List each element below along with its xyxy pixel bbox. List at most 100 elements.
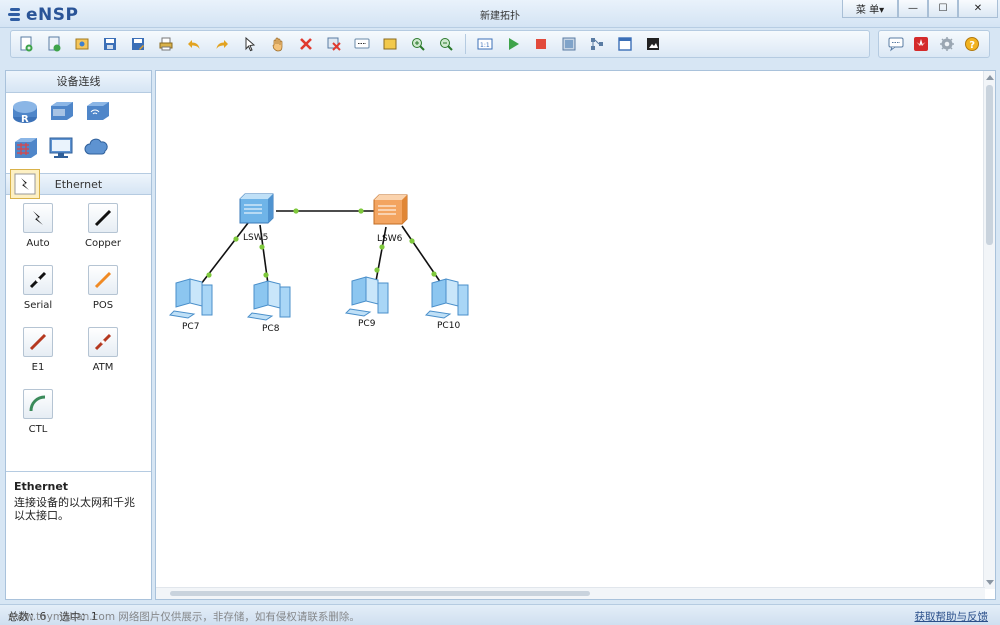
topology-icon[interactable] (586, 33, 608, 55)
pc-icon (424, 278, 469, 319)
pc-icon (49, 137, 73, 158)
topology-diagram[interactable]: LSW5 LSW6 PC7 PC8 PC9 PC10 (156, 71, 984, 589)
help-icon[interactable]: ? (961, 33, 983, 55)
node-label: PC10 (437, 321, 460, 331)
router-category[interactable]: R (10, 97, 40, 127)
node-pc8[interactable]: PC8 (246, 280, 291, 334)
svg-text:?: ? (970, 40, 976, 51)
node-pc10[interactable]: PC10 (424, 278, 469, 331)
cable-label: Auto (26, 238, 50, 249)
firewall-category[interactable] (10, 133, 40, 163)
firewall-icon (15, 138, 37, 158)
cable-label: POS (92, 300, 114, 311)
svg-text:1:1: 1:1 (480, 42, 490, 49)
settings-icon[interactable] (936, 33, 958, 55)
cable-label: Serial (23, 300, 53, 311)
save-icon[interactable] (99, 33, 121, 55)
hand-icon[interactable] (267, 33, 289, 55)
node-label: PC7 (182, 322, 199, 332)
cable-serial[interactable]: Serial (8, 265, 68, 311)
start-device-icon[interactable] (502, 33, 524, 55)
auto-cable-icon (23, 203, 53, 233)
delete-icon[interactable] (295, 33, 317, 55)
node-lsw6[interactable]: LSW6 (373, 194, 408, 244)
chat-icon[interactable] (885, 33, 907, 55)
menu-button[interactable]: 菜 单▾ (842, 0, 898, 18)
horizontal-scroll-thumb[interactable] (170, 591, 590, 596)
node-label: PC9 (358, 319, 376, 329)
app-logo: eNSP (8, 5, 78, 25)
node-lsw5[interactable]: LSW5 (239, 193, 274, 243)
description-text: 连接设备的以太网和千兆以太接口。 (14, 496, 135, 522)
cable-ctl[interactable]: CTL (8, 389, 68, 435)
close-button[interactable]: ✕ (958, 0, 998, 18)
toolbar-separator (465, 34, 466, 54)
horizontal-scrollbar[interactable] (156, 587, 985, 599)
pc-icon (168, 278, 213, 319)
cable-pos[interactable]: POS (73, 265, 133, 311)
screenshot-icon[interactable] (642, 33, 664, 55)
capture-icon[interactable] (558, 33, 580, 55)
description-title: Ethernet (14, 480, 69, 493)
topology-canvas[interactable]: LSW5 LSW6 PC7 PC8 PC9 PC10 (155, 70, 996, 600)
save-as-icon[interactable] (127, 33, 149, 55)
cloud-category[interactable] (82, 133, 112, 163)
main-toolbar: 1:1 (10, 30, 870, 58)
node-label: PC8 (262, 324, 280, 334)
feedback-link[interactable]: 获取帮助与反馈 (915, 609, 989, 624)
cable-label: ATM (92, 362, 114, 373)
wireless-category[interactable] (82, 97, 112, 127)
select-icon[interactable] (239, 33, 261, 55)
rectangle-icon[interactable] (379, 33, 401, 55)
serial-cable-icon (23, 265, 53, 295)
pos-cable-icon (88, 265, 118, 295)
node-label: LSW5 (243, 233, 268, 243)
text-icon[interactable] (351, 33, 373, 55)
cable-copper[interactable]: Copper (73, 203, 133, 249)
stop-device-icon[interactable] (530, 33, 552, 55)
description-box: Ethernet 连接设备的以太网和千兆以太接口。 (6, 471, 151, 599)
zoom-in-icon[interactable] (407, 33, 429, 55)
open-icon[interactable] (71, 33, 93, 55)
node-pc7[interactable]: PC7 (168, 278, 213, 332)
zoom-out-icon[interactable] (435, 33, 457, 55)
fullscreen-icon[interactable] (614, 33, 636, 55)
minimize-button[interactable]: — (898, 0, 928, 18)
scroll-down-arrow-icon[interactable] (986, 580, 994, 585)
cable-atm[interactable]: ATM (73, 327, 133, 373)
watermark-text: www.toymoban.com 网络图片仅供展示，非存储，如有侵权请联系删除。 (8, 611, 360, 623)
switch-icon (373, 194, 408, 225)
vertical-scrollbar[interactable] (983, 71, 995, 589)
terminal-category[interactable] (46, 133, 76, 163)
node-pc9[interactable]: PC9 (344, 276, 389, 329)
maximize-button[interactable]: ☐ (928, 0, 958, 18)
print-icon[interactable] (155, 33, 177, 55)
window-controls: 菜 单▾ — ☐ ✕ (842, 0, 998, 18)
redo-icon[interactable] (211, 33, 233, 55)
wireless-icon (87, 102, 109, 120)
status-bar: 总数：6 选中：1 www.toymoban.com 网络图片仅供展示，非存储，… (0, 604, 1000, 625)
cable-label: E1 (31, 362, 45, 373)
device-category-grid: R (6, 93, 151, 199)
app-name: eNSP (26, 5, 79, 25)
switch-category[interactable] (46, 97, 76, 127)
vertical-scroll-thumb[interactable] (986, 85, 993, 245)
new-example-icon[interactable] (43, 33, 65, 55)
cable-label: CTL (28, 424, 48, 435)
device-panel-title: 设备连线 (6, 71, 151, 93)
switch-icon (239, 193, 274, 224)
fit-icon[interactable]: 1:1 (474, 33, 496, 55)
undo-icon[interactable] (183, 33, 205, 55)
atm-cable-icon (88, 327, 118, 357)
pc-icon (344, 276, 389, 317)
delete-all-icon[interactable] (323, 33, 345, 55)
new-topology-icon[interactable] (15, 33, 37, 55)
scroll-up-arrow-icon[interactable] (986, 75, 994, 80)
huawei-icon[interactable] (910, 33, 932, 55)
node-label: LSW6 (377, 234, 403, 244)
e1-cable-icon (23, 327, 53, 357)
device-panel: 设备连线 R Ethernet Auto Copper Serial POS E… (5, 70, 152, 600)
cable-auto[interactable]: Auto (8, 203, 68, 249)
cable-e1[interactable]: E1 (8, 327, 68, 373)
svg-text:R: R (21, 114, 29, 125)
